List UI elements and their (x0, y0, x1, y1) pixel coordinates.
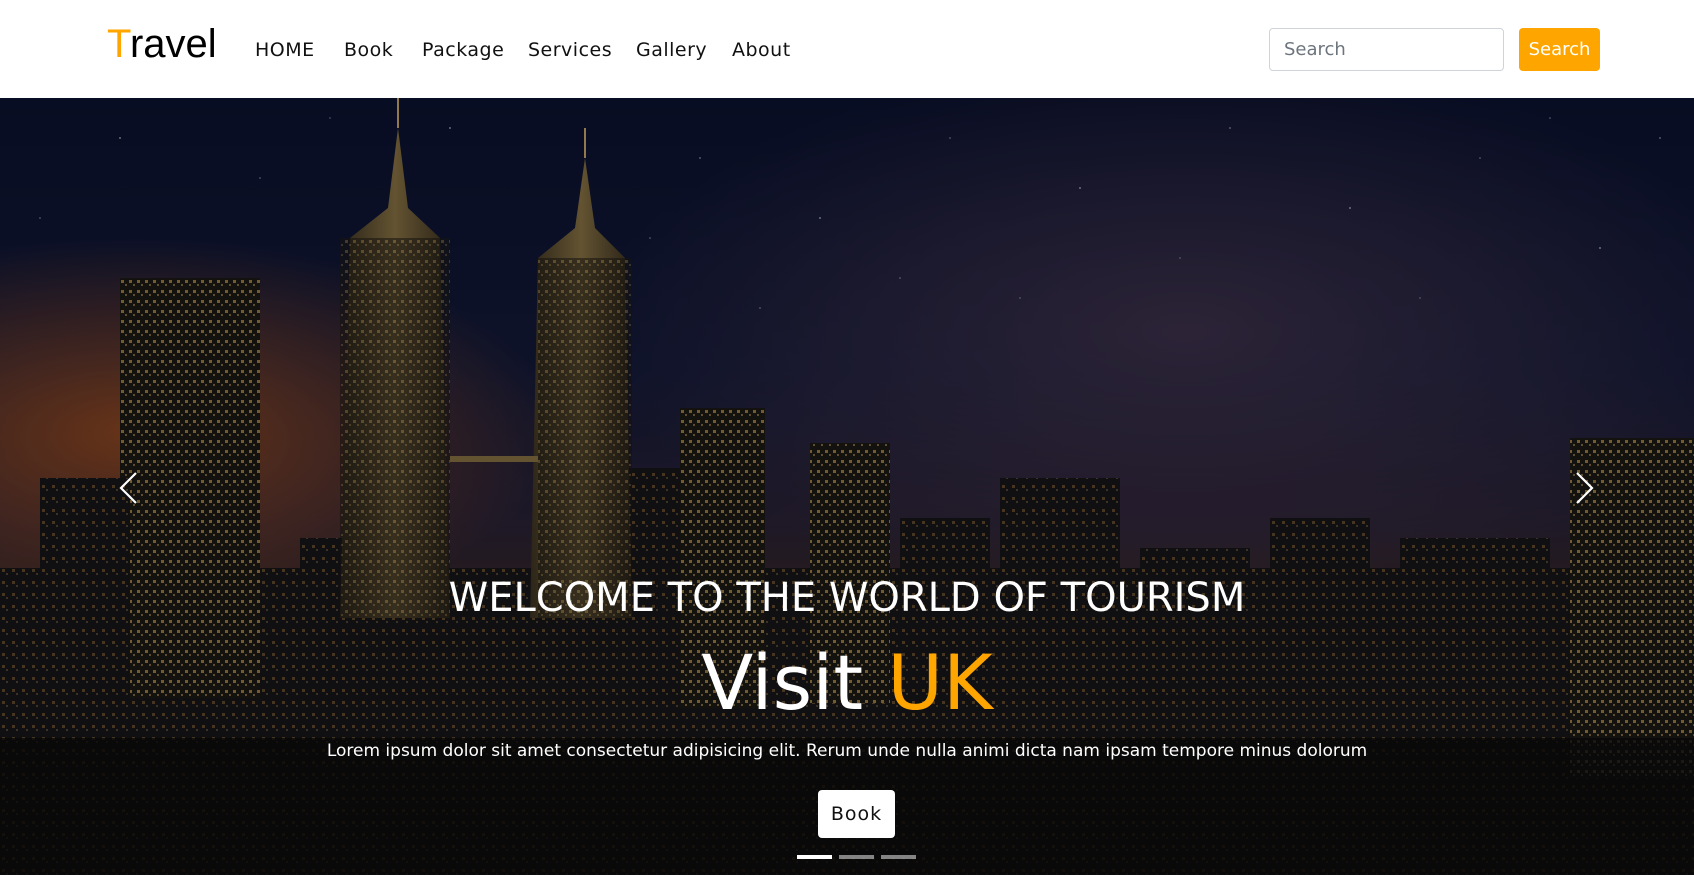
hero-title-prefix: Visit (701, 638, 864, 727)
search-input[interactable] (1269, 28, 1504, 71)
carousel-prev-button[interactable] (108, 463, 148, 513)
hero-description: Lorem ipsum dolor sit amet consectetur a… (326, 741, 1368, 761)
nav-link-about[interactable]: About (732, 36, 791, 64)
chevron-right-icon (1576, 472, 1594, 504)
nav-link-gallery[interactable]: Gallery (636, 36, 707, 64)
book-button[interactable]: Book (818, 790, 895, 838)
carousel-indicator-1[interactable] (797, 855, 832, 859)
carousel-indicator-3[interactable] (881, 855, 916, 859)
nav-link-home[interactable]: HOME (255, 36, 315, 64)
hero-title-highlight: UK (887, 638, 993, 727)
hero-heading: WELCOME TO THE WORLD OF TOURISM (448, 575, 1246, 621)
brand-logo[interactable]: Travel (107, 20, 217, 68)
nav-link-services[interactable]: Services (528, 36, 612, 64)
carousel-indicator-2[interactable] (839, 855, 874, 859)
hero-title: Visit UK (0, 638, 1694, 728)
navbar: Travel HOME Book Package Services Galler… (0, 0, 1694, 98)
brand-logo-letter: T (107, 22, 130, 66)
hero-carousel: WELCOME TO THE WORLD OF TOURISM Visit UK… (0, 98, 1694, 875)
nav-link-book[interactable]: Book (344, 36, 393, 64)
carousel-next-button[interactable] (1565, 463, 1605, 513)
nav-link-package[interactable]: Package (422, 36, 504, 64)
carousel-indicators (797, 855, 917, 859)
search-button[interactable]: Search (1519, 28, 1600, 71)
brand-logo-text: ravel (129, 22, 217, 66)
chevron-left-icon (119, 472, 137, 504)
